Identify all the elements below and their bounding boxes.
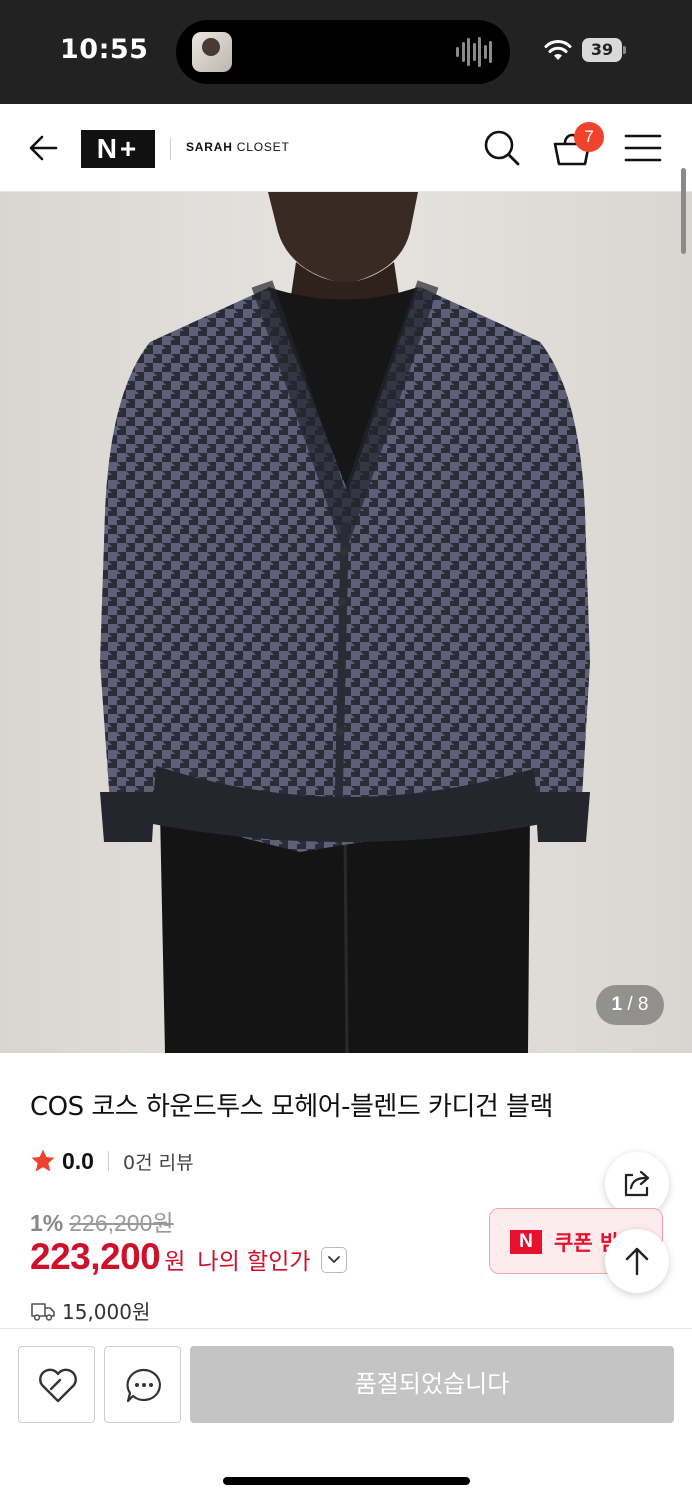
price-row: 223,200 원 나의 할인가 bbox=[30, 1236, 347, 1278]
star-icon bbox=[31, 1149, 55, 1172]
search-icon[interactable] bbox=[482, 128, 522, 168]
wifi-icon bbox=[544, 40, 572, 60]
chat-bubble-icon bbox=[126, 1368, 161, 1403]
status-time: 10:55 bbox=[60, 34, 149, 65]
arrow-up-icon bbox=[625, 1247, 649, 1276]
hamburger-menu-icon[interactable] bbox=[624, 132, 662, 164]
header-divider bbox=[170, 138, 171, 160]
app-header: N+ SARAH CLOSET 7 bbox=[0, 104, 692, 192]
coupon-n-icon: N bbox=[510, 1230, 542, 1254]
rating-value: 0.0 bbox=[62, 1147, 94, 1174]
my-discount-label[interactable]: 나의 할인가 bbox=[197, 1242, 310, 1276]
dynamic-island[interactable] bbox=[176, 20, 510, 84]
battery-level: 39 bbox=[582, 38, 622, 62]
truck-icon bbox=[31, 1302, 55, 1321]
discount-rate: 1% bbox=[30, 1210, 64, 1236]
rating-row[interactable]: 0.0 0건 리뷰 bbox=[30, 1146, 194, 1176]
chevron-down-icon bbox=[327, 1256, 340, 1263]
product-photo bbox=[0, 192, 692, 1053]
chat-inquiry-button[interactable] bbox=[104, 1346, 181, 1423]
audio-wave-icon bbox=[456, 36, 492, 68]
shipping-row: 15,000원 bbox=[30, 1296, 150, 1325]
battery-indicator: 39 bbox=[582, 38, 626, 62]
original-price: 226,200원 bbox=[69, 1210, 174, 1236]
shipping-fee: 15,000원 bbox=[62, 1300, 151, 1324]
image-counter: 1 / 8 bbox=[596, 985, 664, 1025]
scroll-to-top-button[interactable] bbox=[605, 1229, 669, 1293]
home-indicator[interactable] bbox=[223, 1477, 470, 1485]
discount-row: 1% 226,200원 bbox=[30, 1204, 174, 1238]
cart-count-badge: 7 bbox=[574, 122, 604, 152]
page-scrollbar[interactable] bbox=[681, 168, 686, 254]
review-count[interactable]: 0건 리뷰 bbox=[123, 1148, 194, 1175]
bottom-action-bar: 품절되었습니다 bbox=[0, 1328, 692, 1500]
my-discount-dropdown[interactable] bbox=[320, 1247, 347, 1273]
sale-price: 223,200 bbox=[30, 1236, 161, 1277]
share-icon bbox=[624, 1170, 650, 1197]
now-playing-thumbnail bbox=[192, 32, 232, 72]
store-name[interactable]: SARAH CLOSET bbox=[186, 140, 290, 154]
heart-icon bbox=[39, 1368, 77, 1403]
price-unit: 원 bbox=[164, 1249, 186, 1275]
status-bar: 10:55 39 bbox=[0, 0, 692, 104]
brand-logo[interactable]: N+ bbox=[81, 130, 155, 168]
back-arrow-icon[interactable] bbox=[24, 128, 64, 168]
sold-out-button[interactable]: 품절되었습니다 bbox=[190, 1346, 674, 1423]
wishlist-button[interactable] bbox=[18, 1346, 95, 1423]
product-title: COS 코스 하운드투스 모헤어-블렌드 카디건 블랙 bbox=[30, 1092, 553, 1122]
share-button[interactable] bbox=[605, 1152, 669, 1216]
product-image[interactable] bbox=[0, 192, 692, 1053]
